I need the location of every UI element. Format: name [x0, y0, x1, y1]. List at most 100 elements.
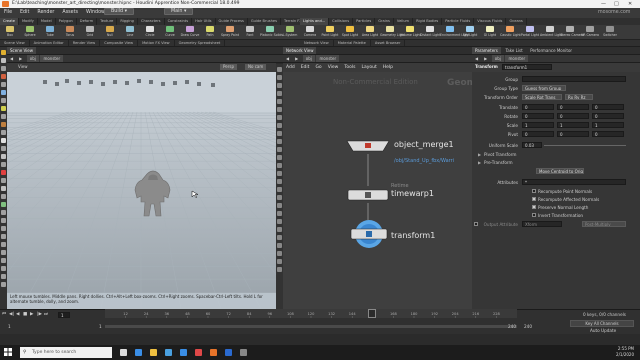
- viewport-handle-icon[interactable]: [125, 81, 129, 85]
- scale-y-field[interactable]: 1: [557, 122, 589, 128]
- tool-circle[interactable]: Circle: [140, 26, 160, 37]
- rotate-z-field[interactable]: 0: [592, 113, 624, 119]
- viewport-tool-26-icon[interactable]: [1, 258, 6, 263]
- display-option-9-icon[interactable]: [277, 139, 282, 144]
- back-arrow-icon[interactable]: ◀: [7, 55, 16, 62]
- translate-x-field[interactable]: 0: [522, 104, 554, 110]
- group-type-menu[interactable]: Guess from Group: [522, 85, 566, 91]
- menu-edit[interactable]: Edit: [20, 10, 29, 15]
- viewport-tool-2-icon[interactable]: [1, 66, 6, 71]
- tab-take-list[interactable]: Take List: [503, 47, 526, 54]
- pane-tab-composite-view[interactable]: Composite View: [100, 40, 139, 46]
- viewport-tool-25-icon[interactable]: [1, 250, 6, 255]
- tool-geometry-light[interactable]: Geometry Light: [380, 26, 405, 37]
- recompute-point-normals-checkbox[interactable]: [532, 189, 536, 193]
- shelf-tab-model[interactable]: Model: [38, 18, 56, 25]
- tab-performance-monitor[interactable]: Performance Monitor: [527, 47, 575, 54]
- viewport-tool-15-icon[interactable]: [1, 170, 6, 175]
- invert-transformation-checkbox[interactable]: [532, 213, 536, 217]
- transform-order-menu[interactable]: Scale Rot Trans: [522, 94, 562, 100]
- display-option-8-icon[interactable]: [277, 131, 282, 136]
- viewport-handle-icon[interactable]: [149, 80, 153, 84]
- pivot-z-field[interactable]: 0: [592, 131, 624, 137]
- tab-parameters[interactable]: Parameters: [472, 47, 501, 54]
- viewport-tool-28-icon[interactable]: [1, 274, 6, 279]
- translate-y-field[interactable]: 0: [557, 104, 589, 110]
- minimize-icon[interactable]: —: [601, 0, 606, 8]
- pane-tab-animation-editor[interactable]: Animation Editor: [30, 40, 69, 46]
- tool-box[interactable]: Box: [0, 26, 20, 37]
- tool-l-system[interactable]: L-System: [280, 26, 300, 37]
- windows-start-icon[interactable]: [4, 348, 12, 356]
- menu-render[interactable]: Render: [37, 10, 54, 15]
- tool-spot-light[interactable]: Spot Light: [340, 26, 360, 37]
- monster-model[interactable]: [133, 168, 173, 220]
- tool-sphere[interactable]: Sphere: [20, 26, 40, 37]
- display-option-0-icon[interactable]: [277, 67, 282, 72]
- shelf-tab-characters[interactable]: Characters: [138, 18, 165, 25]
- output-attribute-mode-menu[interactable]: Post-Multiply: [582, 221, 626, 227]
- display-option-1-icon[interactable]: [277, 75, 282, 80]
- recompute-affected-normals-checkbox[interactable]: [532, 197, 536, 201]
- houdini-icon[interactable]: [210, 349, 217, 356]
- tool-portal-light[interactable]: Portal Light: [520, 26, 540, 37]
- viewport-tool-13-icon[interactable]: [1, 154, 6, 159]
- skip-end-icon[interactable]: ⏭: [44, 311, 51, 317]
- 3d-viewport[interactable]: [7, 72, 276, 309]
- net-menu-view[interactable]: View: [328, 65, 339, 70]
- network-editor[interactable]: Non-Commercial Edition Geometry object_m…: [283, 72, 472, 309]
- persp-menu[interactable]: Persp: [220, 64, 237, 70]
- viewport-handle-icon[interactable]: [101, 82, 105, 86]
- par-path-node[interactable]: monster: [505, 55, 529, 62]
- auto-update-menu[interactable]: Auto Update: [590, 328, 616, 333]
- net-menu-go[interactable]: Go: [315, 65, 321, 70]
- shelf-tab-rigging[interactable]: Rigging: [117, 18, 138, 25]
- display-option-5-icon[interactable]: [277, 107, 282, 112]
- translate-z-field[interactable]: 0: [592, 104, 624, 110]
- net-menu-add[interactable]: Add: [286, 65, 295, 70]
- tab-network-view[interactable]: Network View: [283, 47, 317, 54]
- viewport-tool-16-icon[interactable]: [1, 178, 6, 183]
- node-timewarp1[interactable]: [347, 189, 389, 201]
- tool-null[interactable]: Null: [100, 26, 120, 37]
- viewport-tool-24-icon[interactable]: [1, 242, 6, 247]
- pane-tab-scene-view[interactable]: Scene View: [0, 40, 30, 46]
- viewport-handle-icon[interactable]: [65, 79, 69, 83]
- uniform-scale-field[interactable]: 0.03: [522, 142, 542, 148]
- skip-start-icon[interactable]: ⏮: [2, 311, 9, 317]
- shelf-tab-guide-process[interactable]: Guide Process: [216, 18, 248, 25]
- viewport-handle-icon[interactable]: [197, 82, 201, 86]
- viewport-tool-0-icon[interactable]: [1, 50, 6, 55]
- tool-ambient-light[interactable]: Ambient Light: [540, 26, 562, 37]
- tool-vr-camera[interactable]: VR Camera: [580, 26, 600, 37]
- display-option-13-icon[interactable]: [277, 171, 282, 176]
- pane-tab-render-view[interactable]: Render View: [69, 40, 101, 46]
- output-attribute-field[interactable]: Xform: [522, 221, 562, 227]
- rotate-order-menu[interactable]: Rx Ry Rz: [565, 94, 593, 100]
- viewport-tool-11-icon[interactable]: [1, 138, 6, 143]
- tool-font[interactable]: Font: [240, 26, 260, 37]
- task-view-icon[interactable]: [120, 349, 127, 356]
- display-option-21-icon[interactable]: [277, 235, 282, 240]
- viewport-tool-8-icon[interactable]: [1, 114, 6, 119]
- step-forward-icon[interactable]: |▶: [37, 312, 44, 317]
- main-desktop-dropdown[interactable]: Main ▾: [164, 8, 194, 15]
- viewport-tool-10-icon[interactable]: [1, 130, 6, 135]
- display-option-15-icon[interactable]: [277, 187, 282, 192]
- shelf-tab-vellum[interactable]: Vellum: [394, 18, 414, 25]
- display-option-6-icon[interactable]: [277, 115, 282, 120]
- par-path-obj[interactable]: obj: [491, 55, 504, 62]
- viewport-tool-1-icon[interactable]: [1, 58, 6, 63]
- viewport-tool-12-icon[interactable]: [1, 146, 6, 151]
- photoshop-icon[interactable]: [225, 349, 232, 356]
- viewport-handle-icon[interactable]: [89, 80, 93, 84]
- preserve-normal-length-checkbox[interactable]: [532, 205, 536, 209]
- path-obj[interactable]: obj: [26, 55, 39, 62]
- display-option-12-icon[interactable]: [277, 163, 282, 168]
- node-timewarp1-label[interactable]: timewarp1: [391, 189, 434, 198]
- viewport-handle-icon[interactable]: [185, 80, 189, 84]
- display-option-3-icon[interactable]: [277, 91, 282, 96]
- shelf-tab-create[interactable]: Create: [0, 18, 19, 25]
- shelf-tab-lights-and[interactable]: Lights and...: [300, 18, 330, 25]
- display-option-2-icon[interactable]: [277, 83, 282, 88]
